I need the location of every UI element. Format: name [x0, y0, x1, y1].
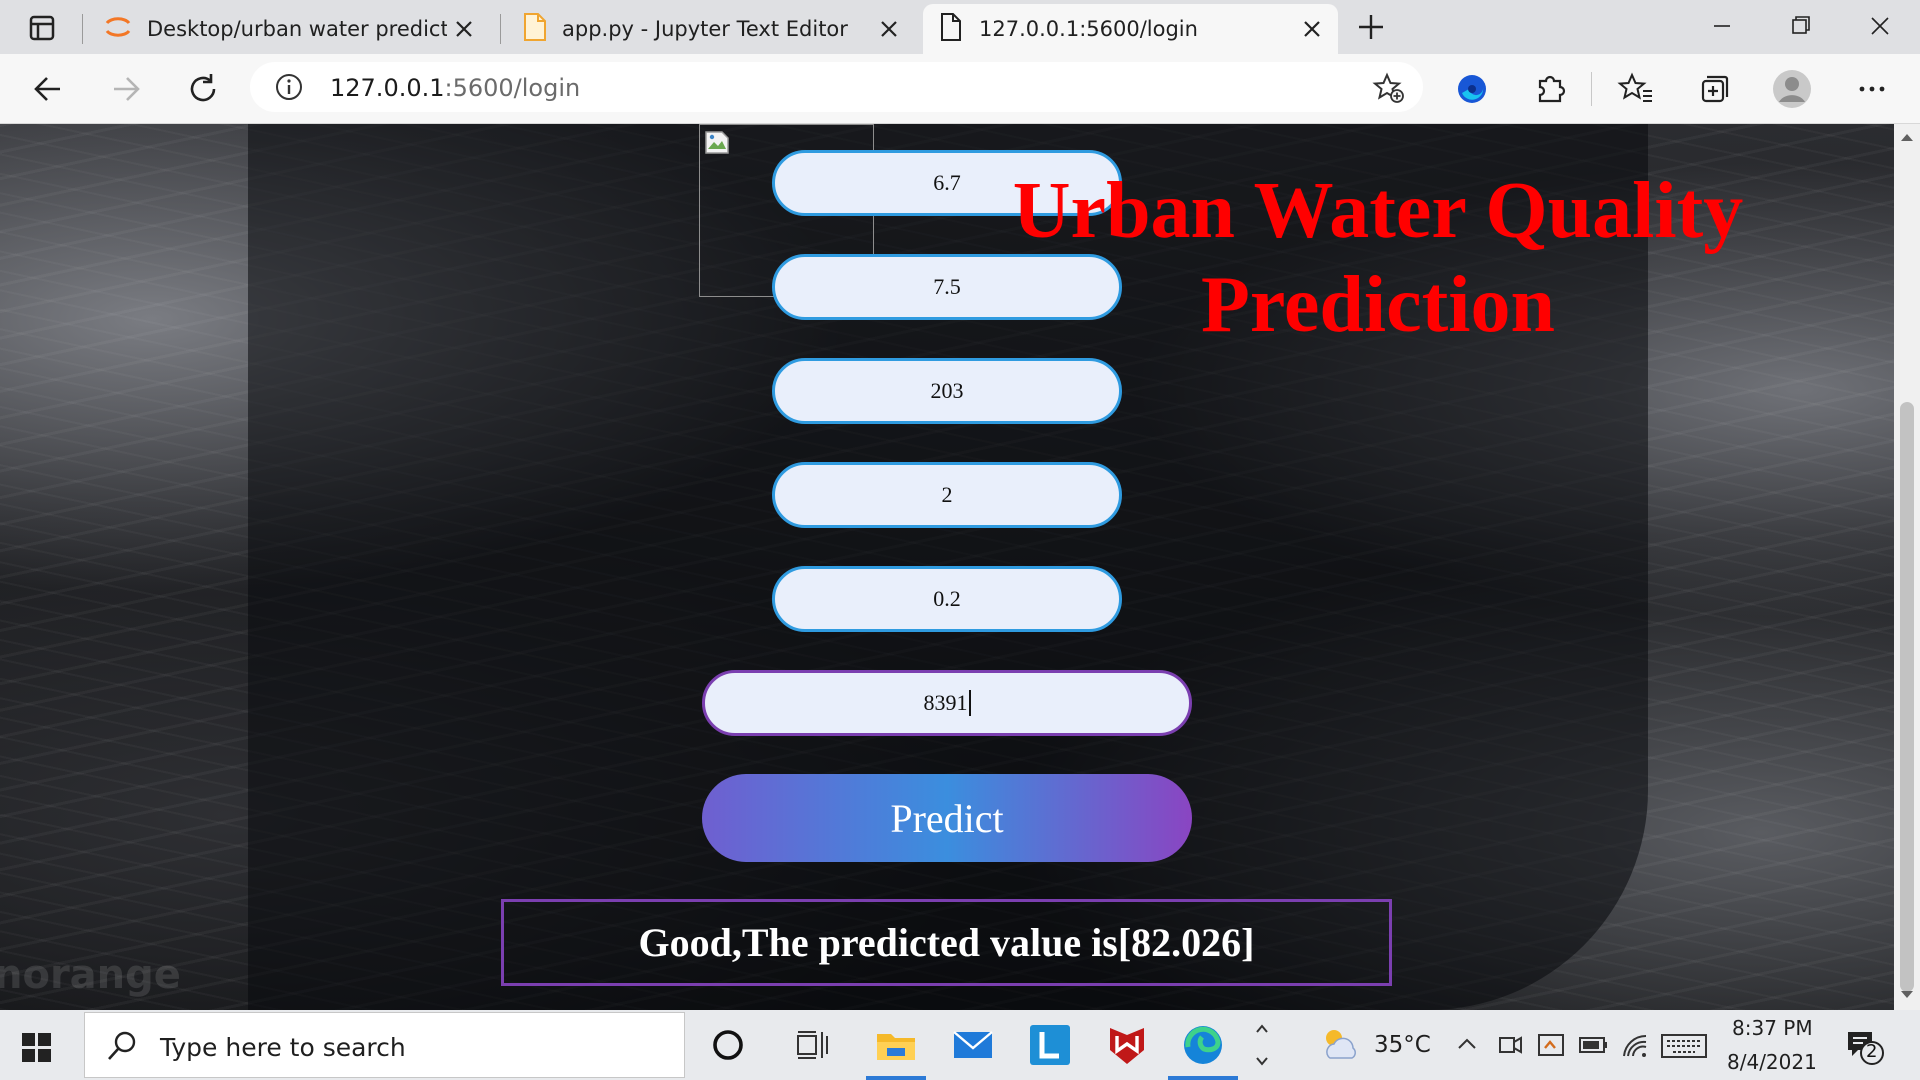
windows-start-icon[interactable]: [20, 1030, 54, 1064]
close-window-icon[interactable]: [1860, 8, 1900, 44]
clock-time[interactable]: 8:37 PM: [1732, 1016, 1813, 1040]
forward-icon[interactable]: [106, 69, 146, 109]
prediction-result: Good,The predicted value is[82.026]: [501, 899, 1392, 986]
tab-bar: Desktop/urban water prediction/ app.py -…: [0, 0, 1920, 54]
add-favorite-icon[interactable]: [1372, 71, 1406, 110]
tab-actions-icon[interactable]: [14, 8, 72, 48]
weather-icon[interactable]: [1318, 1024, 1362, 1068]
input-value: 8391: [923, 690, 968, 715]
windows-taskbar: Type here to search 35°C 8:37 PM 8/4/202…: [0, 1010, 1920, 1080]
input-field-6-focused[interactable]: 8391: [702, 670, 1192, 736]
favorites-icon[interactable]: [1616, 69, 1656, 109]
weather-temperature: 35°C: [1374, 1032, 1431, 1058]
task-view-icon[interactable]: [790, 1022, 836, 1068]
battery-icon[interactable]: [1578, 1032, 1610, 1062]
meet-now-icon[interactable]: [1496, 1030, 1524, 1064]
input-field-3[interactable]: 203: [772, 358, 1122, 424]
active-app-indicator: [1168, 1076, 1238, 1080]
input-value: 0.2: [933, 586, 961, 611]
back-icon[interactable]: [28, 69, 68, 109]
url-path: :5600/login: [444, 74, 581, 102]
jupyter-icon: [103, 12, 133, 47]
new-tab-icon[interactable]: [1354, 10, 1388, 44]
scroll-down-icon[interactable]: [1900, 990, 1914, 1000]
extensions-puzzle-icon[interactable]: [1530, 69, 1570, 109]
text-caret: [968, 690, 971, 716]
predict-button[interactable]: Predict: [702, 774, 1192, 862]
close-icon[interactable]: [875, 15, 903, 43]
input-value: 203: [930, 378, 964, 403]
page-icon: [939, 12, 963, 47]
cortana-icon[interactable]: [705, 1022, 751, 1068]
input-field-4[interactable]: 2: [772, 462, 1122, 528]
input-value: 7.5: [933, 274, 961, 299]
tab-label: 127.0.0.1:5600/login: [979, 17, 1198, 41]
overflow-chevrons-icon[interactable]: [1252, 1018, 1272, 1076]
vertical-scrollbar[interactable]: [1894, 124, 1920, 1010]
minimize-icon[interactable]: [1702, 8, 1742, 44]
notification-center-icon[interactable]: 2: [1846, 1028, 1886, 1072]
scroll-up-icon[interactable]: [1900, 132, 1914, 142]
more-menu-icon[interactable]: [1852, 69, 1892, 109]
collections-icon[interactable]: [1694, 69, 1734, 109]
tab-login-active[interactable]: 127.0.0.1:5600/login: [923, 4, 1338, 54]
page-title: Urban Water Quality Prediction: [1012, 167, 1744, 349]
mcafee-icon[interactable]: [1104, 1022, 1150, 1068]
tab-label: Desktop/urban water prediction/: [147, 17, 447, 41]
background-watermark: norange: [0, 952, 181, 998]
address-bar: 127.0.0.1:5600/login: [0, 54, 1920, 124]
close-icon[interactable]: [450, 15, 478, 43]
tab-label: app.py - Jupyter Text Editor: [562, 17, 848, 41]
mail-icon[interactable]: [950, 1022, 996, 1068]
notification-count: 2: [1866, 1041, 1878, 1062]
input-field-5[interactable]: 0.2: [772, 566, 1122, 632]
search-icon: [108, 1031, 136, 1060]
restore-icon[interactable]: [1780, 8, 1820, 44]
tab-separator: [82, 14, 83, 44]
close-icon[interactable]: [1298, 15, 1326, 43]
show-hidden-icons-icon[interactable]: [1456, 1034, 1478, 1058]
file-explorer-icon[interactable]: [873, 1022, 919, 1068]
onedrive-sync-icon[interactable]: [1536, 1030, 1566, 1064]
clock-date[interactable]: 8/4/2021: [1727, 1050, 1817, 1074]
url-input[interactable]: 127.0.0.1:5600/login: [250, 62, 1423, 112]
tab-separator: [500, 14, 501, 44]
tab-app-py[interactable]: app.py - Jupyter Text Editor: [510, 4, 915, 54]
url-host: 127.0.0.1: [330, 74, 445, 102]
touch-keyboard-icon[interactable]: [1660, 1032, 1708, 1064]
toolbar-separator: [1591, 72, 1592, 106]
page-viewport: norange 6.7 7.5 203 2 0.2 8391 Urban Wat…: [0, 124, 1894, 1010]
l-app-icon[interactable]: [1027, 1022, 1073, 1068]
extension-sync-icon[interactable]: [1452, 69, 1492, 109]
scroll-thumb[interactable]: [1900, 402, 1914, 992]
file-icon: [522, 12, 548, 47]
wifi-icon[interactable]: [1620, 1032, 1650, 1064]
input-value: 6.7: [933, 170, 961, 195]
active-app-indicator: [866, 1076, 926, 1080]
input-value: 2: [941, 482, 953, 507]
tab-jupyter-desktop[interactable]: Desktop/urban water prediction/: [95, 4, 490, 54]
info-icon[interactable]: [274, 72, 304, 107]
edge-browser-icon[interactable]: [1180, 1022, 1226, 1068]
search-placeholder: Type here to search: [160, 1033, 406, 1062]
taskbar-search-box[interactable]: Type here to search: [84, 1012, 685, 1078]
profile-avatar-icon[interactable]: [1772, 69, 1812, 109]
url-text: 127.0.0.1:5600/login: [330, 74, 580, 102]
refresh-icon[interactable]: [183, 69, 223, 109]
result-text: Good,The predicted value is[82.026]: [638, 920, 1255, 965]
